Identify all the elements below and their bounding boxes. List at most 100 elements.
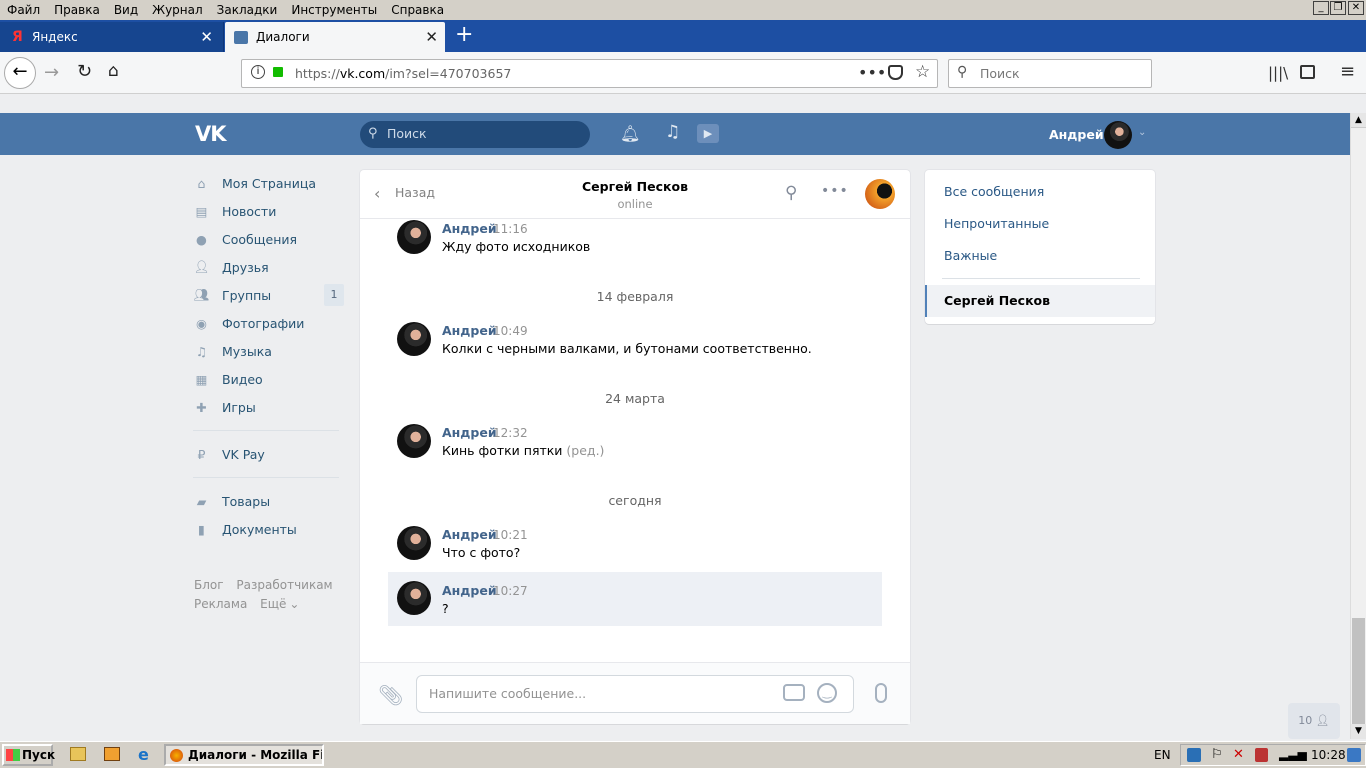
author-avatar[interactable] xyxy=(397,424,431,458)
message-author[interactable]: Андрей xyxy=(442,583,497,598)
message-input[interactable]: Напишите сообщение... ‿ xyxy=(416,675,854,713)
nav-friends[interactable]: 👤︎ Друзья xyxy=(193,254,345,280)
browser-search-input[interactable]: ⚲ Поиск xyxy=(948,59,1152,88)
forward-icon[interactable]: → xyxy=(44,62,59,83)
footer-more-link[interactable]: Ещё xyxy=(260,597,286,611)
start-label: Пуск xyxy=(22,748,56,762)
restore-button[interactable]: ❐ xyxy=(1330,1,1346,15)
tab-dialogs[interactable]: Диалоги ✕ xyxy=(225,22,445,52)
message-time: 10:21 xyxy=(493,528,528,542)
nav-games[interactable]: ✚ Игры xyxy=(193,394,345,420)
tab-yandex[interactable]: Я Яндекс ✕ xyxy=(0,22,224,52)
scroll-down-icon[interactable]: ▼ xyxy=(1351,724,1366,739)
footer-blog-link[interactable]: Блог xyxy=(194,578,224,592)
nav-documents[interactable]: ▮ Документы xyxy=(193,516,345,542)
bookmark-star-icon[interactable]: ☆ xyxy=(915,62,930,82)
media-player-icon[interactable] xyxy=(104,747,120,761)
menu-bookmarks[interactable]: Закладки xyxy=(217,3,278,17)
menu-help[interactable]: Справка xyxy=(391,3,444,17)
contact-avatar[interactable] xyxy=(865,179,895,209)
online-friends-widget[interactable]: 10 👤︎ xyxy=(1288,703,1340,739)
user-name[interactable]: Андрей xyxy=(1049,127,1104,142)
tray-security-icon[interactable] xyxy=(1255,748,1268,762)
back-icon[interactable]: ← xyxy=(4,57,36,89)
start-button[interactable]: Пуск xyxy=(2,744,56,766)
search-icon[interactable]: ⚲ xyxy=(785,183,797,203)
emoji-smile-icon[interactable]: ‿ xyxy=(817,683,837,703)
more-icon[interactable]: ••• xyxy=(821,183,849,199)
music-note-icon[interactable]: ♫ xyxy=(665,122,680,142)
network-icon[interactable]: ▂▃▅ xyxy=(1279,747,1307,761)
menu-active-contact[interactable]: Сергей Песков xyxy=(925,285,1155,317)
date-separator: сегодня xyxy=(608,493,662,508)
pocket-icon[interactable] xyxy=(888,65,903,80)
menu-file[interactable]: Файл xyxy=(7,3,40,17)
notifications-bell-icon[interactable]: 🔔︎ xyxy=(620,124,640,143)
info-icon[interactable]: i xyxy=(251,65,265,79)
author-avatar[interactable] xyxy=(397,322,431,356)
tray-app-icon[interactable] xyxy=(1187,748,1201,762)
nav-goods[interactable]: ▰ Товары xyxy=(193,488,345,514)
ie-icon[interactable]: e xyxy=(138,745,149,764)
menu-view[interactable]: Вид xyxy=(114,3,138,17)
minimize-button[interactable]: _ xyxy=(1313,1,1329,15)
play-icon[interactable]: ▶ xyxy=(697,124,719,143)
reload-icon[interactable]: ↻ xyxy=(77,61,92,82)
close-tab-icon[interactable]: ✕ xyxy=(425,28,438,46)
flag-icon[interactable]: ⚐ xyxy=(1211,747,1223,762)
page-scrollbar[interactable]: ▲ ▼ xyxy=(1350,113,1366,739)
hamburger-menu-icon[interactable]: ≡ xyxy=(1340,61,1355,82)
taskbar-firefox-window[interactable]: Диалоги - Mozilla Fire... xyxy=(164,744,324,766)
nav-vkpay[interactable]: ₽ VK Pay xyxy=(193,441,345,467)
camera-icon[interactable] xyxy=(783,684,805,701)
user-avatar[interactable] xyxy=(1104,121,1132,149)
close-window-button[interactable]: ✕ xyxy=(1348,1,1364,15)
close-tab-icon[interactable]: ✕ xyxy=(200,28,213,46)
menu-edit[interactable]: Правка xyxy=(54,3,100,17)
language-indicator[interactable]: EN xyxy=(1154,748,1171,762)
nav-news[interactable]: ▤ Новости xyxy=(193,198,345,224)
vk-logo-icon[interactable]: VK xyxy=(195,122,227,146)
scroll-thumb[interactable] xyxy=(1352,618,1365,724)
message-time: 11:16 xyxy=(493,222,528,236)
chevron-down-icon[interactable]: ⌄ xyxy=(1138,127,1146,138)
menu-history[interactable]: Журнал xyxy=(152,3,203,17)
message-author[interactable]: Андрей xyxy=(442,323,497,338)
nav-music[interactable]: ♫ Музыка xyxy=(193,338,345,364)
menu-all-messages[interactable]: Все сообщения xyxy=(944,184,1044,199)
menu-unread[interactable]: Непрочитанные xyxy=(944,216,1049,231)
folder-icon[interactable] xyxy=(70,747,86,761)
vk-search-input[interactable]: ⚲ Поиск xyxy=(360,121,590,148)
attach-paperclip-icon[interactable]: 📎︎ xyxy=(378,683,403,707)
library-icon[interactable]: |||\ xyxy=(1268,64,1288,82)
page-actions-icon[interactable]: ••• xyxy=(858,63,886,82)
home-icon[interactable]: ⌂ xyxy=(108,61,119,81)
menu-important[interactable]: Важные xyxy=(944,248,997,263)
microphone-icon[interactable] xyxy=(875,683,887,703)
nav-label: VK Pay xyxy=(222,446,265,462)
messages-icon: ● xyxy=(196,231,207,247)
nav-photos[interactable]: ◉ Фотографии xyxy=(193,310,345,336)
nav-video[interactable]: ▦ Видео xyxy=(193,366,345,392)
message-author[interactable]: Андрей xyxy=(442,221,497,236)
scroll-up-icon[interactable]: ▲ xyxy=(1351,113,1366,128)
menu-tools[interactable]: Инструменты xyxy=(291,3,377,17)
footer-ads-link[interactable]: Реклама xyxy=(194,597,247,611)
message-author[interactable]: Андрей xyxy=(442,527,497,542)
show-desktop-icon[interactable] xyxy=(1347,748,1361,762)
friends-icon: 👤︎ xyxy=(193,259,210,274)
nav-groups[interactable]: 👥︎ Группы 1 xyxy=(193,282,345,308)
nav-messages[interactable]: ● Сообщения xyxy=(193,226,345,252)
new-tab-button[interactable]: + xyxy=(455,24,473,46)
footer-dev-link[interactable]: Разработчикам xyxy=(236,578,332,592)
author-avatar[interactable] xyxy=(397,526,431,560)
search-icon: ⚲ xyxy=(957,64,968,80)
author-avatar[interactable] xyxy=(397,581,431,615)
nav-my-page[interactable]: ⌂ Моя Страница xyxy=(193,170,345,196)
message-author[interactable]: Андрей xyxy=(442,425,497,440)
url-bar[interactable]: i https://vk.com/im?sel=470703657 ••• ☆ xyxy=(241,59,938,88)
author-avatar[interactable] xyxy=(397,220,431,254)
sidebar-icon[interactable] xyxy=(1300,65,1315,79)
volume-muted-icon[interactable]: ✕ xyxy=(1233,747,1244,762)
message-item: Андрей 11:16 Жду фото исходников xyxy=(388,219,882,259)
